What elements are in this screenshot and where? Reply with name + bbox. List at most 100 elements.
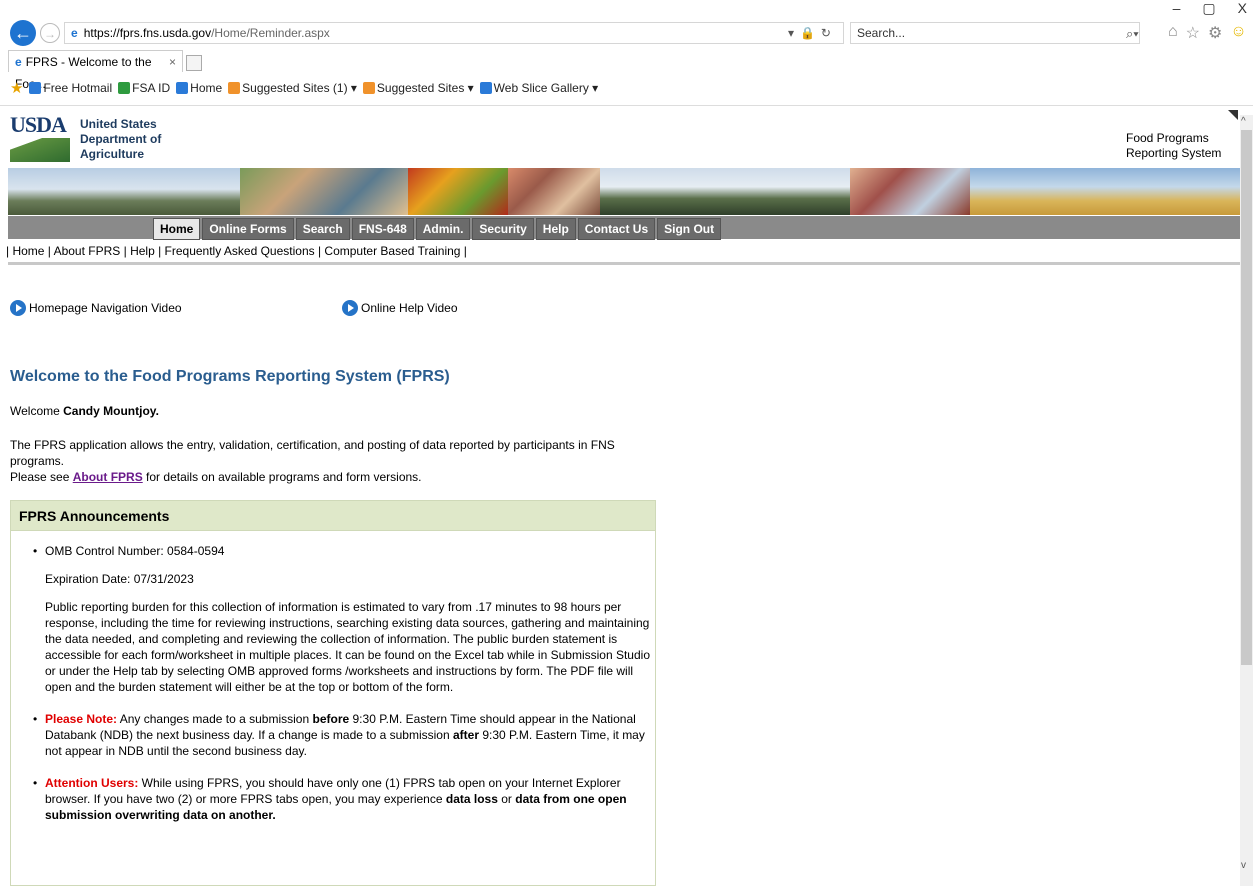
about-fprs-link[interactable]: About FPRS: [73, 470, 143, 484]
nav-sign-out[interactable]: Sign Out: [657, 218, 722, 240]
intro-text-segment: Please see: [10, 470, 73, 484]
nav-admin[interactable]: Admin.: [415, 218, 471, 240]
help-video-label: Online Help Video: [361, 301, 458, 315]
nav-contact-us[interactable]: Contact Us: [577, 218, 656, 240]
browser-tab[interactable]: eFPRS - Welcome to the Foo... ×: [8, 50, 183, 91]
address-row: ← → e https://fprs.fns.usda.gov/Home/Remi…: [0, 18, 1253, 46]
play-icon: [342, 300, 358, 316]
smiley-feedback-icon[interactable]: ☺: [1230, 23, 1246, 43]
favorite-item[interactable]: Web Slice Gallery ▾: [479, 81, 599, 95]
ie-icon: [176, 82, 189, 94]
announcement-attention: Attention Users: While using FPRS, you s…: [31, 775, 651, 823]
note-emphasis: before: [312, 712, 350, 726]
address-bar[interactable]: e https://fprs.fns.usda.gov/Home/Reminder…: [64, 22, 844, 44]
announcements-body: OMB Control Number: 0584-0594 Expiration…: [31, 543, 651, 823]
home-icon[interactable]: ⌂: [1168, 23, 1178, 43]
favorite-item[interactable]: Suggested Sites (1) ▾: [228, 81, 357, 95]
address-controls[interactable]: ▾🔒↻: [788, 23, 837, 43]
favorite-label: Suggested Sites (1) ▾: [242, 81, 357, 95]
announcement-omb: OMB Control Number: 0584-0594 Expiration…: [31, 543, 651, 695]
nav-online-forms[interactable]: Online Forms: [202, 218, 294, 240]
toolbar-icons: ⌂ ☆ ⚙ ☺: [1168, 23, 1247, 43]
announcements-panel: FPRS Announcements OMB Control Number: 0…: [10, 500, 656, 886]
url-path: /Home/Reminder.aspx: [211, 26, 330, 40]
omb-number: OMB Control Number: 0584-0594: [45, 544, 225, 558]
banner-family-image: [240, 168, 408, 215]
welcome-message: Welcome Candy Mountjoy.: [10, 404, 159, 418]
intro-line: Please see About FPRS for details on ava…: [10, 469, 670, 485]
nav-home[interactable]: Home: [153, 218, 201, 240]
nav-fns-648[interactable]: FNS-648: [351, 218, 414, 240]
corner-triangle-icon: [1228, 110, 1238, 120]
banner-computer-image: [508, 168, 600, 215]
burden-statement: Public reporting burden for this collect…: [45, 600, 650, 694]
sub-navigation[interactable]: | Home | About FPRS | Help | Frequently …: [6, 244, 467, 258]
system-line: Food Programs: [1126, 131, 1209, 145]
usda-logo-text: USDA: [10, 112, 67, 137]
dept-line: Department of: [80, 132, 162, 146]
scrollbar-thumb[interactable]: [1241, 130, 1252, 665]
tab-close-button[interactable]: ×: [169, 51, 176, 73]
ie-icon: [479, 82, 492, 94]
favorite-label: FSA ID: [132, 81, 171, 95]
page-title: Welcome to the Food Programs Reporting S…: [10, 368, 450, 385]
suggested-sites-icon: [362, 82, 375, 94]
toolbar-divider: [0, 105, 1253, 106]
announcement-note: Please Note: Any changes made to a submi…: [31, 711, 651, 759]
forward-button[interactable]: →: [40, 23, 60, 43]
gear-icon[interactable]: ⚙: [1208, 23, 1222, 43]
banner-children-image: [850, 168, 970, 215]
favorites-star-icon[interactable]: ☆: [1186, 23, 1200, 43]
scroll-down-icon[interactable]: v: [1241, 860, 1246, 871]
minimize-button[interactable]: –: [1173, 0, 1181, 16]
homepage-video-label: Homepage Navigation Video: [29, 301, 182, 315]
help-video-link[interactable]: Online Help Video: [342, 300, 458, 316]
expiration-date: Expiration Date: 07/31/2023: [45, 572, 194, 586]
usda-swoosh-graphic: [10, 138, 70, 162]
usda-logo[interactable]: USDA: [10, 112, 70, 164]
intro-text-segment: for details on available programs and fo…: [142, 470, 422, 484]
header-banner: [8, 168, 1240, 215]
banner-landscape-image: [8, 168, 240, 215]
system-line: Reporting System: [1126, 146, 1222, 160]
close-button[interactable]: X: [1238, 0, 1247, 16]
search-input[interactable]: Search...: [850, 22, 1140, 44]
banner-wheat-field-image: [970, 168, 1240, 215]
dept-line: Agriculture: [80, 147, 145, 161]
back-button[interactable]: ←: [10, 20, 36, 46]
welcome-prefix: Welcome: [10, 404, 64, 418]
new-tab-button[interactable]: [186, 55, 202, 71]
favorite-item[interactable]: Free Hotmail: [29, 81, 112, 95]
restore-button[interactable]: ▢: [1202, 0, 1215, 16]
nav-security[interactable]: Security: [472, 218, 534, 240]
main-nav: Home Online Forms Search FNS-648 Admin. …: [153, 218, 722, 240]
note-label: Please Note:: [45, 712, 118, 726]
favorite-label: Suggested Sites ▾: [376, 81, 474, 95]
scroll-up-icon[interactable]: ^: [1241, 116, 1246, 127]
ie-icon: [29, 82, 42, 94]
banner-mountain-image: [600, 168, 850, 215]
favorite-item[interactable]: Suggested Sites ▾: [362, 81, 474, 95]
dept-line: United States: [80, 117, 157, 131]
nav-search[interactable]: Search: [295, 218, 350, 240]
favorite-label: Web Slice Gallery ▾: [493, 81, 599, 95]
play-icon: [10, 300, 26, 316]
search-icon[interactable]: ⌕▾: [1126, 26, 1139, 42]
ie-icon: e: [15, 55, 22, 69]
attention-emphasis: data loss: [445, 792, 498, 806]
homepage-video-link[interactable]: Homepage Navigation Video: [10, 300, 182, 316]
fsa-icon: [118, 82, 131, 94]
intro-text: The FPRS application allows the entry, v…: [10, 437, 670, 485]
nav-help[interactable]: Help: [535, 218, 576, 240]
ie-icon: e: [71, 26, 78, 40]
system-name: Food Programs Reporting System: [1126, 131, 1221, 161]
user-name: Candy Mountjoy.: [63, 404, 159, 418]
favorite-item[interactable]: FSA ID: [118, 81, 170, 95]
window-controls: – ▢ X: [1173, 0, 1253, 16]
favorites-star-icon[interactable]: ★: [10, 79, 23, 97]
url-host: https://fprs.fns.usda.gov: [83, 26, 212, 40]
note-segment: Any changes made to a submission: [117, 712, 313, 726]
attention-text: Attention Users: While using FPRS, you s…: [45, 775, 651, 823]
announcements-title: FPRS Announcements: [11, 501, 655, 531]
favorite-item[interactable]: Home: [176, 81, 222, 95]
